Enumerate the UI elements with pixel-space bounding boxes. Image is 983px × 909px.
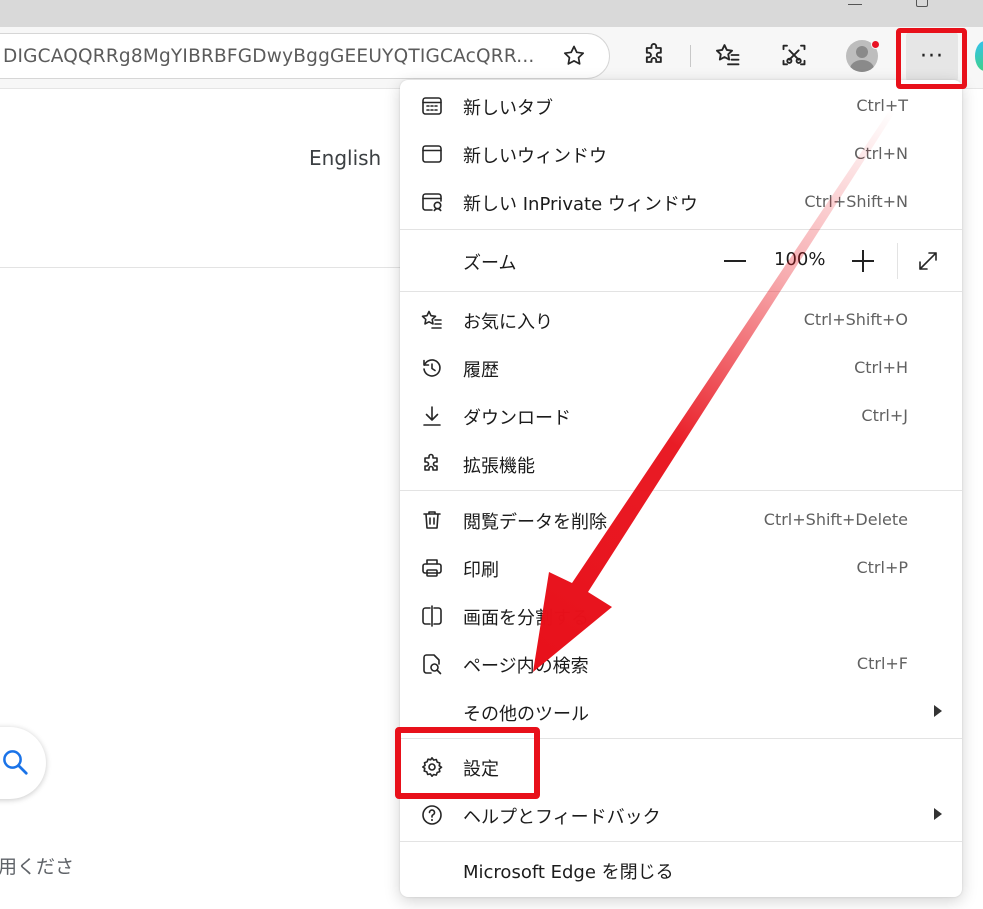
- favorites-icon[interactable]: [714, 41, 742, 69]
- print-icon: [420, 556, 444, 580]
- zoom-divider: [897, 243, 898, 279]
- menu-item-close-edge[interactable]: Microsoft Edge を閉じる: [400, 846, 962, 894]
- settings-highlight: [395, 727, 540, 799]
- menu-item-history[interactable]: 履歴 Ctrl+H: [400, 344, 962, 392]
- menu-item-find-in-page[interactable]: ページ内の検索 Ctrl+F: [400, 640, 962, 688]
- language-link[interactable]: English: [309, 146, 381, 170]
- title-bar: [0, 0, 983, 27]
- fullscreen-icon[interactable]: [916, 249, 940, 273]
- edge-copilot-icon[interactable]: [975, 41, 983, 71]
- menu-separator: [400, 291, 962, 292]
- search-icon: [0, 747, 30, 777]
- favorite-star-icon[interactable]: [561, 43, 587, 69]
- menu-item-downloads[interactable]: ダウンロード Ctrl+J: [400, 392, 962, 440]
- menu-item-clear-browsing-data[interactable]: 閲覧データを削除 Ctrl+Shift+Delete: [400, 496, 962, 544]
- menu-separator: [400, 490, 962, 491]
- menu-item-split-screen[interactable]: 画面を分割する: [400, 592, 962, 640]
- new-tab-icon: [420, 94, 444, 118]
- trash-icon: [420, 508, 444, 532]
- web-capture-icon[interactable]: [780, 41, 808, 69]
- restore-icon[interactable]: [916, 0, 928, 7]
- search-button[interactable]: [0, 727, 46, 799]
- notification-dot: [871, 40, 880, 49]
- zoom-value: 100%: [774, 249, 826, 270]
- zoom-out-button[interactable]: [724, 260, 746, 262]
- extensions-icon[interactable]: [641, 41, 669, 69]
- download-icon: [420, 404, 444, 428]
- menu-item-zoom: ズーム 100%: [400, 237, 962, 285]
- menu-item-extensions[interactable]: 拡張機能: [400, 440, 962, 488]
- inprivate-icon: [420, 190, 444, 214]
- page-partial-text: 用くださ: [0, 856, 75, 878]
- address-text[interactable]: DIGCAQQRRg8MgYIBRBFGDwyBggGEEUYQTIGCAcQR…: [3, 46, 543, 67]
- favorites-icon: [420, 308, 444, 332]
- submenu-arrow-icon: [934, 705, 942, 717]
- new-window-icon: [420, 142, 444, 166]
- address-bar[interactable]: DIGCAQQRRg8MgYIBRBFGDwyBggGEEUYQTIGCAcQR…: [0, 33, 610, 79]
- minimize-icon[interactable]: [848, 4, 862, 5]
- menu-item-new-tab[interactable]: 新しいタブ Ctrl+T: [400, 82, 962, 130]
- submenu-arrow-icon: [934, 808, 942, 820]
- menu-item-inprivate[interactable]: 新しい InPrivate ウィンドウ Ctrl+Shift+N: [400, 178, 962, 226]
- more-button-highlight: [896, 28, 967, 89]
- extensions-icon: [420, 452, 444, 476]
- help-icon: [420, 803, 444, 827]
- toolbar-divider: [690, 45, 691, 67]
- page-divider: [0, 267, 400, 268]
- menu-item-print[interactable]: 印刷 Ctrl+P: [400, 544, 962, 592]
- menu-item-favorites[interactable]: お気に入り Ctrl+Shift+O: [400, 296, 962, 344]
- find-in-page-icon: [420, 652, 444, 676]
- history-icon: [420, 356, 444, 380]
- menu-separator: [400, 841, 962, 842]
- split-screen-icon: [420, 604, 444, 628]
- menu-separator: [400, 229, 962, 230]
- menu-item-new-window[interactable]: 新しいウィンドウ Ctrl+N: [400, 130, 962, 178]
